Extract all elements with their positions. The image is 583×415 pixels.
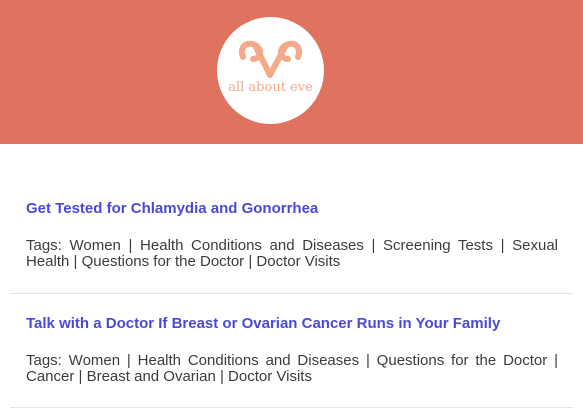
article-title-link[interactable]: Get Tested for Chlamydia and Gonorrhea (26, 199, 573, 219)
ram-horns-icon (239, 40, 302, 78)
article-tags: Tags: Women | Health Conditions and Dise… (26, 352, 558, 385)
article-item: Talk with a Doctor If Breast or Ovarian … (10, 294, 573, 408)
site-logo[interactable]: all about eve (217, 17, 324, 124)
article-tags: Tags: Women | Health Conditions and Dise… (26, 237, 558, 270)
article-list: Get Tested for Chlamydia and Gonorrhea T… (0, 144, 573, 408)
article-title-link[interactable]: Talk with a Doctor If Breast or Ovarian … (26, 314, 573, 334)
logo-text: all about eve (228, 80, 313, 95)
article-item: Get Tested for Chlamydia and Gonorrhea T… (10, 144, 573, 294)
site-header: all about eve (0, 0, 583, 144)
